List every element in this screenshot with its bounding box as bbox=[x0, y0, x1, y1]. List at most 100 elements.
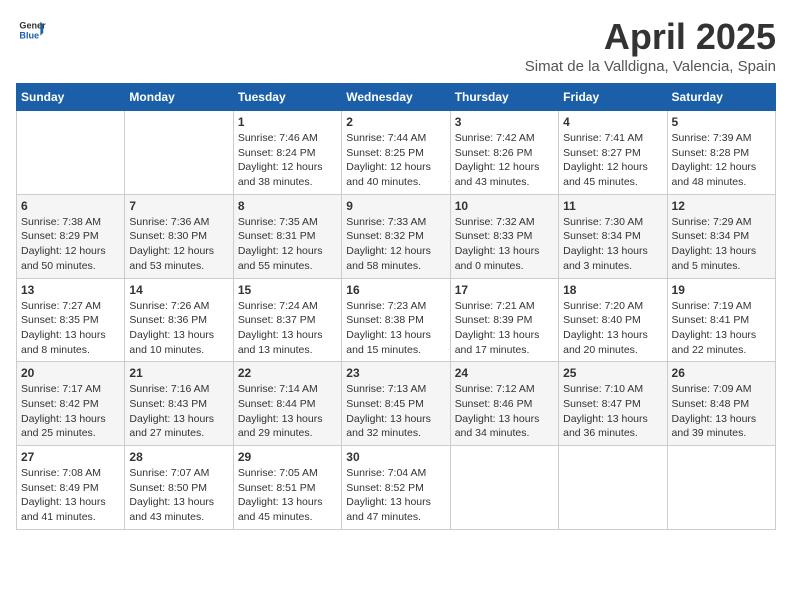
day-info: Sunrise: 7:21 AM Sunset: 8:39 PM Dayligh… bbox=[455, 299, 554, 358]
calendar-cell bbox=[667, 446, 775, 530]
day-info: Sunrise: 7:07 AM Sunset: 8:50 PM Dayligh… bbox=[129, 466, 228, 525]
calendar-cell bbox=[450, 446, 558, 530]
calendar-week-row: 20 Sunrise: 7:17 AM Sunset: 8:42 PM Dayli… bbox=[17, 362, 776, 446]
day-number: 22 bbox=[238, 366, 337, 380]
day-number: 12 bbox=[672, 199, 771, 213]
svg-text:Blue: Blue bbox=[19, 30, 39, 40]
day-number: 15 bbox=[238, 283, 337, 297]
weekday-header: Sunday bbox=[17, 84, 125, 111]
calendar-cell bbox=[559, 446, 667, 530]
day-number: 20 bbox=[21, 366, 120, 380]
day-info: Sunrise: 7:05 AM Sunset: 8:51 PM Dayligh… bbox=[238, 466, 337, 525]
day-info: Sunrise: 7:17 AM Sunset: 8:42 PM Dayligh… bbox=[21, 382, 120, 441]
day-info: Sunrise: 7:44 AM Sunset: 8:25 PM Dayligh… bbox=[346, 131, 445, 190]
day-number: 16 bbox=[346, 283, 445, 297]
calendar-cell: 28 Sunrise: 7:07 AM Sunset: 8:50 PM Dayli… bbox=[125, 446, 233, 530]
weekday-header: Friday bbox=[559, 84, 667, 111]
day-number: 11 bbox=[563, 199, 662, 213]
calendar-cell: 15 Sunrise: 7:24 AM Sunset: 8:37 PM Dayli… bbox=[233, 278, 341, 362]
calendar-cell: 18Sunrise: 7:20 AM Sunset: 8:40 PM Dayli… bbox=[559, 278, 667, 362]
day-number: 30 bbox=[346, 450, 445, 464]
day-info: Sunrise: 7:26 AM Sunset: 8:36 PM Dayligh… bbox=[129, 299, 228, 358]
calendar-cell: 3Sunrise: 7:42 AM Sunset: 8:26 PM Daylig… bbox=[450, 111, 558, 195]
header: General Blue April 2025 Simat de la Vall… bbox=[16, 16, 776, 75]
day-number: 8 bbox=[238, 199, 337, 213]
calendar-cell: 12Sunrise: 7:29 AM Sunset: 8:34 PM Dayli… bbox=[667, 194, 775, 278]
weekday-header: Thursday bbox=[450, 84, 558, 111]
calendar-cell: 30 Sunrise: 7:04 AM Sunset: 8:52 PM Dayli… bbox=[342, 446, 450, 530]
calendar-cell: 29Sunrise: 7:05 AM Sunset: 8:51 PM Dayli… bbox=[233, 446, 341, 530]
day-number: 26 bbox=[672, 366, 771, 380]
calendar-cell: 10 Sunrise: 7:32 AM Sunset: 8:33 PM Dayli… bbox=[450, 194, 558, 278]
day-info: Sunrise: 7:04 AM Sunset: 8:52 PM Dayligh… bbox=[346, 466, 445, 525]
calendar-cell: 24 Sunrise: 7:12 AM Sunset: 8:46 PM Dayli… bbox=[450, 362, 558, 446]
calendar-cell: 25Sunrise: 7:10 AM Sunset: 8:47 PM Dayli… bbox=[559, 362, 667, 446]
logo-icon: General Blue bbox=[18, 16, 46, 44]
day-info: Sunrise: 7:23 AM Sunset: 8:38 PM Dayligh… bbox=[346, 299, 445, 358]
day-number: 5 bbox=[672, 115, 771, 129]
calendar-body: 1Sunrise: 7:46 AM Sunset: 8:24 PM Daylig… bbox=[17, 111, 776, 530]
calendar-week-row: 6 Sunrise: 7:38 AM Sunset: 8:29 PM Daylig… bbox=[17, 194, 776, 278]
day-info: Sunrise: 7:32 AM Sunset: 8:33 PM Dayligh… bbox=[455, 215, 554, 274]
day-number: 25 bbox=[563, 366, 662, 380]
day-number: 2 bbox=[346, 115, 445, 129]
calendar-cell: 21Sunrise: 7:16 AM Sunset: 8:43 PM Dayli… bbox=[125, 362, 233, 446]
calendar-header: SundayMondayTuesdayWednesdayThursdayFrid… bbox=[17, 84, 776, 111]
day-info: Sunrise: 7:24 AM Sunset: 8:37 PM Dayligh… bbox=[238, 299, 337, 358]
day-info: Sunrise: 7:27 AM Sunset: 8:35 PM Dayligh… bbox=[21, 299, 120, 358]
calendar-cell: 11 Sunrise: 7:30 AM Sunset: 8:34 PM Dayli… bbox=[559, 194, 667, 278]
day-info: Sunrise: 7:39 AM Sunset: 8:28 PM Dayligh… bbox=[672, 131, 771, 190]
calendar-cell: 13Sunrise: 7:27 AM Sunset: 8:35 PM Dayli… bbox=[17, 278, 125, 362]
day-number: 27 bbox=[21, 450, 120, 464]
calendar-cell: 26 Sunrise: 7:09 AM Sunset: 8:48 PM Dayli… bbox=[667, 362, 775, 446]
month-title: April 2025 bbox=[525, 16, 776, 58]
day-number: 9 bbox=[346, 199, 445, 213]
calendar-cell: 19Sunrise: 7:19 AM Sunset: 8:41 PM Dayli… bbox=[667, 278, 775, 362]
location-title: Simat de la Valldigna, Valencia, Spain bbox=[525, 58, 776, 75]
day-number: 7 bbox=[129, 199, 228, 213]
weekday-row: SundayMondayTuesdayWednesdayThursdayFrid… bbox=[17, 84, 776, 111]
weekday-header: Tuesday bbox=[233, 84, 341, 111]
calendar-week-row: 13Sunrise: 7:27 AM Sunset: 8:35 PM Dayli… bbox=[17, 278, 776, 362]
day-number: 6 bbox=[21, 199, 120, 213]
calendar: SundayMondayTuesdayWednesdayThursdayFrid… bbox=[16, 83, 776, 530]
day-info: Sunrise: 7:08 AM Sunset: 8:49 PM Dayligh… bbox=[21, 466, 120, 525]
calendar-cell bbox=[125, 111, 233, 195]
calendar-cell: 5 Sunrise: 7:39 AM Sunset: 8:28 PM Daylig… bbox=[667, 111, 775, 195]
day-info: Sunrise: 7:38 AM Sunset: 8:29 PM Dayligh… bbox=[21, 215, 120, 274]
title-area: April 2025 Simat de la Valldigna, Valenc… bbox=[525, 16, 776, 75]
day-number: 17 bbox=[455, 283, 554, 297]
weekday-header: Wednesday bbox=[342, 84, 450, 111]
calendar-cell: 9 Sunrise: 7:33 AM Sunset: 8:32 PM Daylig… bbox=[342, 194, 450, 278]
logo: General Blue bbox=[16, 16, 46, 49]
calendar-cell: 22Sunrise: 7:14 AM Sunset: 8:44 PM Dayli… bbox=[233, 362, 341, 446]
day-info: Sunrise: 7:30 AM Sunset: 8:34 PM Dayligh… bbox=[563, 215, 662, 274]
day-number: 4 bbox=[563, 115, 662, 129]
day-info: Sunrise: 7:12 AM Sunset: 8:46 PM Dayligh… bbox=[455, 382, 554, 441]
day-info: Sunrise: 7:36 AM Sunset: 8:30 PM Dayligh… bbox=[129, 215, 228, 274]
weekday-header: Monday bbox=[125, 84, 233, 111]
calendar-cell: 2 Sunrise: 7:44 AM Sunset: 8:25 PM Daylig… bbox=[342, 111, 450, 195]
weekday-header: Saturday bbox=[667, 84, 775, 111]
calendar-cell bbox=[17, 111, 125, 195]
day-number: 1 bbox=[238, 115, 337, 129]
day-number: 14 bbox=[129, 283, 228, 297]
day-number: 10 bbox=[455, 199, 554, 213]
calendar-cell: 4 Sunrise: 7:41 AM Sunset: 8:27 PM Daylig… bbox=[559, 111, 667, 195]
day-info: Sunrise: 7:41 AM Sunset: 8:27 PM Dayligh… bbox=[563, 131, 662, 190]
calendar-week-row: 27 Sunrise: 7:08 AM Sunset: 8:49 PM Dayli… bbox=[17, 446, 776, 530]
calendar-cell: 27 Sunrise: 7:08 AM Sunset: 8:49 PM Dayli… bbox=[17, 446, 125, 530]
calendar-cell: 8 Sunrise: 7:35 AM Sunset: 8:31 PM Daylig… bbox=[233, 194, 341, 278]
day-info: Sunrise: 7:33 AM Sunset: 8:32 PM Dayligh… bbox=[346, 215, 445, 274]
day-number: 28 bbox=[129, 450, 228, 464]
day-number: 24 bbox=[455, 366, 554, 380]
calendar-cell: 20 Sunrise: 7:17 AM Sunset: 8:42 PM Dayli… bbox=[17, 362, 125, 446]
day-info: Sunrise: 7:35 AM Sunset: 8:31 PM Dayligh… bbox=[238, 215, 337, 274]
calendar-cell: 14 Sunrise: 7:26 AM Sunset: 8:36 PM Dayli… bbox=[125, 278, 233, 362]
day-number: 18 bbox=[563, 283, 662, 297]
day-number: 23 bbox=[346, 366, 445, 380]
calendar-cell: 7 Sunrise: 7:36 AM Sunset: 8:30 PM Daylig… bbox=[125, 194, 233, 278]
day-info: Sunrise: 7:42 AM Sunset: 8:26 PM Dayligh… bbox=[455, 131, 554, 190]
day-info: Sunrise: 7:09 AM Sunset: 8:48 PM Dayligh… bbox=[672, 382, 771, 441]
day-info: Sunrise: 7:16 AM Sunset: 8:43 PM Dayligh… bbox=[129, 382, 228, 441]
